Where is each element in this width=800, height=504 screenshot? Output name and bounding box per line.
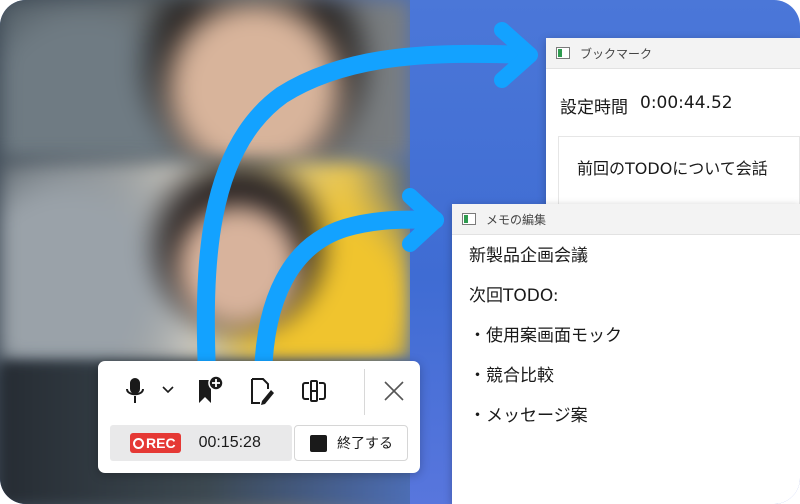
rec-label: REC [146,435,176,451]
screen-capture-button[interactable] [294,371,334,411]
end-recording-label: 終了する [337,436,393,452]
end-recording-button[interactable]: 終了する [294,425,408,461]
recording-status: REC 00:15:28 [110,425,292,461]
record-dot-icon [133,437,144,449]
screenshot-frame: ブックマーク 設定時間 0:00:44.52 前回のTODOについて会話 メモの… [0,0,800,504]
recording-timer: 00:15:28 [198,434,261,451]
toolbar-divider [364,369,365,415]
add-bookmark-button[interactable] [190,371,230,411]
bookmark-add-icon [199,375,224,403]
microphone-button[interactable] [118,371,152,411]
stop-icon [310,434,327,452]
chevron-down-icon [162,386,174,394]
close-icon [384,381,404,401]
edit-memo-button[interactable] [242,371,282,411]
rec-badge: REC [130,433,181,453]
microphone-icon [126,378,144,403]
microphone-options-button[interactable] [158,375,178,405]
recording-toolbar: REC 00:15:28 終了する [98,361,420,473]
memo-edit-icon [251,378,274,405]
close-toolbar-button[interactable] [374,371,414,411]
screen-capture-icon [302,379,326,403]
